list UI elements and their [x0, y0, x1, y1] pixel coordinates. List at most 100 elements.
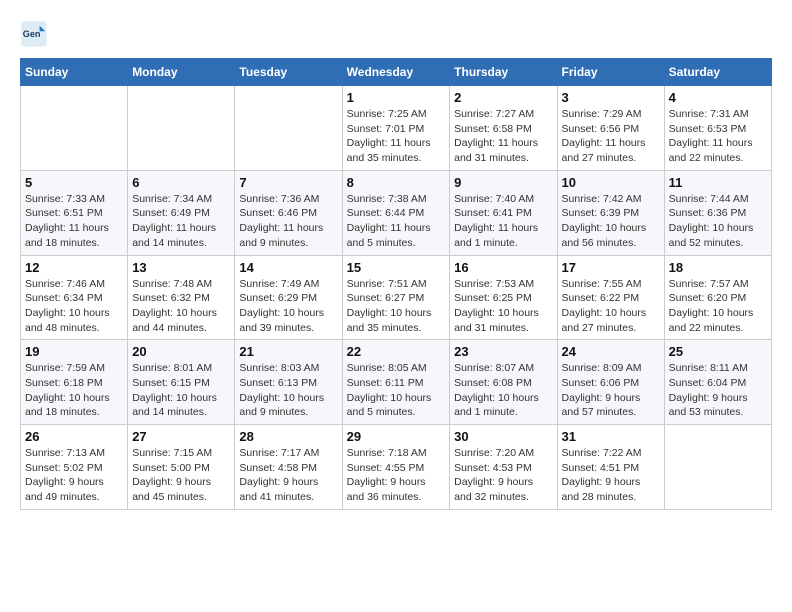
- weekday-header-saturday: Saturday: [664, 59, 771, 86]
- calendar-cell: 22 Sunrise: 8:05 AM Sunset: 6:11 PM Dayli…: [342, 340, 450, 425]
- calendar-cell: 2Sunrise: 7:27 AM Sunset: 6:58 PM Daylig…: [450, 86, 557, 171]
- calendar-cell: 27 Sunrise: 7:15 AM Sunset: 5:00 PM Dayli…: [128, 425, 235, 510]
- day-number: 31: [562, 429, 660, 444]
- day-number: 13: [132, 260, 230, 275]
- day-info: Sunrise: 7:22 AM Sunset: 4:51 PM Dayligh…: [562, 446, 660, 505]
- calendar-cell: 21 Sunrise: 8:03 AM Sunset: 6:13 PM Dayli…: [235, 340, 342, 425]
- day-number: 23: [454, 344, 552, 359]
- day-number: 27: [132, 429, 230, 444]
- calendar-cell: 10 Sunrise: 7:42 AM Sunset: 6:39 PM Dayli…: [557, 170, 664, 255]
- calendar-cell: 14 Sunrise: 7:49 AM Sunset: 6:29 PM Dayli…: [235, 255, 342, 340]
- day-number: 24: [562, 344, 660, 359]
- day-info: Sunrise: 8:05 AM Sunset: 6:11 PM Dayligh…: [347, 361, 446, 420]
- calendar-cell: 31 Sunrise: 7:22 AM Sunset: 4:51 PM Dayli…: [557, 425, 664, 510]
- calendar-week-row: 1 Sunrise: 7:25 AM Sunset: 7:01 PM Daylig…: [21, 86, 772, 171]
- day-info: Sunrise: 8:03 AM Sunset: 6:13 PM Dayligh…: [239, 361, 337, 420]
- day-info: Sunrise: 7:18 AM Sunset: 4:55 PM Dayligh…: [347, 446, 446, 505]
- logo: Gen: [20, 20, 52, 48]
- calendar-cell: 13 Sunrise: 7:48 AM Sunset: 6:32 PM Dayli…: [128, 255, 235, 340]
- calendar-cell: 4 Sunrise: 7:31 AM Sunset: 6:53 PM Daylig…: [664, 86, 771, 171]
- day-info: Sunrise: 7:38 AM Sunset: 6:44 PM Dayligh…: [347, 192, 446, 251]
- day-number: 12: [25, 260, 123, 275]
- day-info: Sunrise: 7:17 AM Sunset: 4:58 PM Dayligh…: [239, 446, 337, 505]
- calendar-cell: 25Sunrise: 8:11 AM Sunset: 6:04 PM Dayli…: [664, 340, 771, 425]
- day-number: 8: [347, 175, 446, 190]
- day-info: Sunrise: 8:07 AM Sunset: 6:08 PM Dayligh…: [454, 361, 552, 420]
- calendar-cell: 30Sunrise: 7:20 AM Sunset: 4:53 PM Dayli…: [450, 425, 557, 510]
- day-info: Sunrise: 7:34 AM Sunset: 6:49 PM Dayligh…: [132, 192, 230, 251]
- day-info: Sunrise: 7:36 AM Sunset: 6:46 PM Dayligh…: [239, 192, 337, 251]
- calendar-week-row: 19Sunrise: 7:59 AM Sunset: 6:18 PM Dayli…: [21, 340, 772, 425]
- day-number: 28: [239, 429, 337, 444]
- day-number: 16: [454, 260, 552, 275]
- day-number: 3: [562, 90, 660, 105]
- day-number: 22: [347, 344, 446, 359]
- day-info: Sunrise: 7:29 AM Sunset: 6:56 PM Dayligh…: [562, 107, 660, 166]
- day-number: 18: [669, 260, 767, 275]
- day-number: 5: [25, 175, 123, 190]
- day-info: Sunrise: 7:15 AM Sunset: 5:00 PM Dayligh…: [132, 446, 230, 505]
- calendar-body: 1 Sunrise: 7:25 AM Sunset: 7:01 PM Daylig…: [21, 86, 772, 510]
- day-info: Sunrise: 8:09 AM Sunset: 6:06 PM Dayligh…: [562, 361, 660, 420]
- day-number: 4: [669, 90, 767, 105]
- day-number: 9: [454, 175, 552, 190]
- day-info: Sunrise: 7:55 AM Sunset: 6:22 PM Dayligh…: [562, 277, 660, 336]
- page-header: Gen: [20, 20, 772, 48]
- weekday-header-wednesday: Wednesday: [342, 59, 450, 86]
- day-info: Sunrise: 7:53 AM Sunset: 6:25 PM Dayligh…: [454, 277, 552, 336]
- calendar-cell: 20Sunrise: 8:01 AM Sunset: 6:15 PM Dayli…: [128, 340, 235, 425]
- calendar-cell: [664, 425, 771, 510]
- day-number: 15: [347, 260, 446, 275]
- calendar-cell: 12 Sunrise: 7:46 AM Sunset: 6:34 PM Dayli…: [21, 255, 128, 340]
- day-info: Sunrise: 7:48 AM Sunset: 6:32 PM Dayligh…: [132, 277, 230, 336]
- day-info: Sunrise: 7:51 AM Sunset: 6:27 PM Dayligh…: [347, 277, 446, 336]
- calendar-cell: 5 Sunrise: 7:33 AM Sunset: 6:51 PM Daylig…: [21, 170, 128, 255]
- day-info: Sunrise: 7:27 AM Sunset: 6:58 PM Dayligh…: [454, 107, 552, 166]
- calendar-cell: 28 Sunrise: 7:17 AM Sunset: 4:58 PM Dayli…: [235, 425, 342, 510]
- day-info: Sunrise: 7:57 AM Sunset: 6:20 PM Dayligh…: [669, 277, 767, 336]
- day-info: Sunrise: 7:46 AM Sunset: 6:34 PM Dayligh…: [25, 277, 123, 336]
- day-info: Sunrise: 7:25 AM Sunset: 7:01 PM Dayligh…: [347, 107, 446, 166]
- day-info: Sunrise: 7:31 AM Sunset: 6:53 PM Dayligh…: [669, 107, 767, 166]
- day-number: 26: [25, 429, 123, 444]
- calendar-header: SundayMondayTuesdayWednesdayThursdayFrid…: [21, 59, 772, 86]
- day-number: 7: [239, 175, 337, 190]
- calendar-table: SundayMondayTuesdayWednesdayThursdayFrid…: [20, 58, 772, 510]
- logo-icon: Gen: [20, 20, 48, 48]
- weekday-header-tuesday: Tuesday: [235, 59, 342, 86]
- calendar-cell: 24 Sunrise: 8:09 AM Sunset: 6:06 PM Dayli…: [557, 340, 664, 425]
- calendar-cell: [235, 86, 342, 171]
- weekday-header-row: SundayMondayTuesdayWednesdayThursdayFrid…: [21, 59, 772, 86]
- calendar-cell: 11 Sunrise: 7:44 AM Sunset: 6:36 PM Dayli…: [664, 170, 771, 255]
- calendar-week-row: 12 Sunrise: 7:46 AM Sunset: 6:34 PM Dayli…: [21, 255, 772, 340]
- weekday-header-monday: Monday: [128, 59, 235, 86]
- calendar-cell: 3 Sunrise: 7:29 AM Sunset: 6:56 PM Daylig…: [557, 86, 664, 171]
- day-info: Sunrise: 8:01 AM Sunset: 6:15 PM Dayligh…: [132, 361, 230, 420]
- day-info: Sunrise: 7:40 AM Sunset: 6:41 PM Dayligh…: [454, 192, 552, 251]
- calendar-cell: [128, 86, 235, 171]
- day-info: Sunrise: 7:42 AM Sunset: 6:39 PM Dayligh…: [562, 192, 660, 251]
- day-number: 1: [347, 90, 446, 105]
- day-info: Sunrise: 7:44 AM Sunset: 6:36 PM Dayligh…: [669, 192, 767, 251]
- day-number: 10: [562, 175, 660, 190]
- day-info: Sunrise: 7:49 AM Sunset: 6:29 PM Dayligh…: [239, 277, 337, 336]
- calendar-week-row: 26 Sunrise: 7:13 AM Sunset: 5:02 PM Dayli…: [21, 425, 772, 510]
- calendar-cell: 7 Sunrise: 7:36 AM Sunset: 6:46 PM Daylig…: [235, 170, 342, 255]
- calendar-cell: 1 Sunrise: 7:25 AM Sunset: 7:01 PM Daylig…: [342, 86, 450, 171]
- weekday-header-sunday: Sunday: [21, 59, 128, 86]
- day-number: 17: [562, 260, 660, 275]
- calendar-cell: 23 Sunrise: 8:07 AM Sunset: 6:08 PM Dayli…: [450, 340, 557, 425]
- weekday-header-thursday: Thursday: [450, 59, 557, 86]
- calendar-cell: 17 Sunrise: 7:55 AM Sunset: 6:22 PM Dayli…: [557, 255, 664, 340]
- day-info: Sunrise: 7:33 AM Sunset: 6:51 PM Dayligh…: [25, 192, 123, 251]
- day-number: 11: [669, 175, 767, 190]
- day-number: 21: [239, 344, 337, 359]
- calendar-cell: 18 Sunrise: 7:57 AM Sunset: 6:20 PM Dayli…: [664, 255, 771, 340]
- day-info: Sunrise: 7:13 AM Sunset: 5:02 PM Dayligh…: [25, 446, 123, 505]
- calendar-week-row: 5 Sunrise: 7:33 AM Sunset: 6:51 PM Daylig…: [21, 170, 772, 255]
- calendar-cell: [21, 86, 128, 171]
- day-info: Sunrise: 7:59 AM Sunset: 6:18 PM Dayligh…: [25, 361, 123, 420]
- svg-text:Gen: Gen: [23, 29, 41, 39]
- calendar-cell: 6Sunrise: 7:34 AM Sunset: 6:49 PM Daylig…: [128, 170, 235, 255]
- day-number: 14: [239, 260, 337, 275]
